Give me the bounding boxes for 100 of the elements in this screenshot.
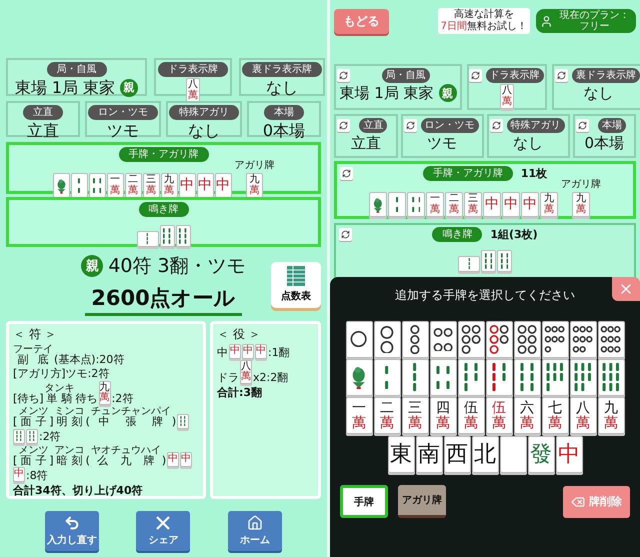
action-button[interactable]: シェア	[136, 511, 190, 551]
score-text: x2:2翻	[253, 370, 288, 384]
bamboo-icon	[484, 252, 492, 270]
mahjong-tile[interactable]	[458, 321, 484, 358]
action-button[interactable]: 入力し直す	[44, 511, 99, 551]
called-tiles-panel[interactable]: 鳴き牌	[6, 197, 321, 247]
mahjong-tile: 九 萬	[98, 381, 111, 406]
info-card[interactable]: 裏ドラ表示牌 なし	[552, 64, 640, 110]
section-title: ＜ 符 ＞	[13, 326, 58, 343]
card-value: 東場 1局 東家	[339, 84, 434, 102]
info-card[interactable]: 特殊アガリ なし	[486, 114, 570, 158]
refresh-button[interactable]	[468, 69, 482, 82]
mahjong-tile[interactable]	[570, 321, 596, 358]
mahjong-tile[interactable]	[402, 359, 428, 396]
card-label: 立直	[359, 118, 388, 133]
refresh-icon	[557, 71, 566, 80]
score-text: 明刻 ミンコ	[54, 406, 85, 429]
mahjong-tile[interactable]: 伍 萬	[458, 397, 484, 434]
mahjong-tile[interactable]	[542, 321, 568, 358]
mahjong-tile[interactable]	[346, 321, 372, 358]
mahjong-tile[interactable]	[430, 321, 456, 358]
mahjong-tile[interactable]: 南	[416, 436, 442, 473]
mahjong-tile[interactable]: 北	[472, 436, 498, 473]
mahjong-tile: 中	[483, 192, 501, 217]
mahjong-tile[interactable]: 九 萬	[598, 397, 624, 434]
plan-button[interactable]: 現在のプラン： フリー	[536, 9, 636, 33]
card-label: 立直	[23, 105, 63, 120]
refresh-button[interactable]	[337, 69, 350, 82]
refresh-button[interactable]	[576, 119, 588, 132]
mahjong-tile[interactable]: 一 萬	[346, 397, 372, 434]
score-text: ]	[49, 454, 54, 467]
refresh-button[interactable]	[490, 119, 502, 132]
mahjong-tile[interactable]	[542, 359, 568, 396]
mahjong-tile[interactable]: 三 萬	[402, 397, 428, 434]
refresh-button[interactable]	[555, 69, 568, 82]
info-card[interactable]: 本場 0本場	[572, 114, 636, 158]
action-button[interactable]: ホーム	[228, 511, 282, 551]
mahjong-tile[interactable]: 六 萬	[514, 397, 540, 434]
circles-icon	[600, 326, 622, 353]
mahjong-tile[interactable]	[598, 359, 624, 396]
mahjong-tile[interactable]: 東	[388, 436, 414, 473]
bamboo-icon	[500, 252, 508, 270]
card-label: 特殊アガリ	[169, 105, 239, 120]
mahjong-tile[interactable]: 七 萬	[542, 397, 568, 434]
refresh-button[interactable]	[404, 119, 416, 132]
score-result: 2600点オール	[85, 284, 242, 316]
mahjong-tile[interactable]	[514, 321, 540, 358]
mahjong-tile[interactable]	[486, 321, 512, 358]
mahjong-tile[interactable]	[458, 359, 484, 396]
score-text: 単騎 タンキ	[44, 383, 75, 406]
refresh-button[interactable]	[339, 228, 352, 241]
mahjong-tile[interactable]	[374, 359, 400, 396]
info-card[interactable]: ドラ表示牌 八 萬	[467, 64, 547, 110]
score-text: 暗刻 アンコ	[54, 444, 85, 467]
circles-icon	[410, 324, 420, 354]
promo-bubble[interactable]: 高速な計算を 7日間無料お試し！	[438, 8, 530, 34]
mahjong-tile[interactable]: 伍 萬	[486, 397, 512, 434]
mahjong-tile: 九 萬	[160, 173, 178, 198]
card-label: ドラ表示牌	[486, 68, 544, 83]
mahjong-tile[interactable]: 西	[444, 436, 470, 473]
refresh-icon	[492, 121, 500, 130]
refresh-icon	[406, 121, 414, 130]
mahjong-tile[interactable]	[402, 321, 428, 358]
score-text: :8符	[26, 468, 48, 482]
bamboo-icon	[29, 430, 35, 442]
tile-type-tab[interactable]: アガリ牌	[398, 485, 446, 518]
score-text: ]	[49, 415, 54, 429]
mahjong-tile[interactable]: 發	[528, 436, 554, 473]
card-label: 本場	[264, 105, 304, 120]
refresh-button[interactable]	[337, 119, 350, 132]
mahjong-tile[interactable]: 二 萬	[374, 397, 400, 434]
info-card[interactable]: 局・自風 東場 1局 東家 親	[334, 64, 462, 110]
circles-icon	[488, 325, 510, 354]
card-value: なし	[188, 121, 220, 140]
refresh-button[interactable]	[340, 167, 353, 180]
circles-icon	[544, 326, 566, 353]
mahjong-tile[interactable]	[486, 359, 512, 396]
mahjong-tile[interactable]	[374, 321, 400, 358]
info-card[interactable]: 立直 立直	[334, 114, 398, 158]
score-text: [アガリ方]ツモ:2符	[13, 367, 110, 380]
circles-icon	[460, 325, 482, 354]
score-table-button[interactable]: 点数表	[271, 262, 321, 308]
card-value: 0本場	[584, 134, 624, 152]
info-card[interactable]: ロン・ツモ ツモ	[400, 114, 484, 158]
mahjong-tile[interactable]	[570, 359, 596, 396]
mahjong-tile[interactable]: 四 萬	[430, 397, 456, 434]
mahjong-tile[interactable]	[598, 321, 624, 358]
home-icon	[247, 515, 264, 531]
tile-type-tab[interactable]: 手牌	[340, 485, 388, 518]
mahjong-tile[interactable]	[500, 436, 526, 473]
mahjong-tile[interactable]	[346, 359, 372, 396]
mahjong-tile[interactable]	[514, 359, 540, 396]
bamboo-icon	[16, 430, 22, 442]
bamboo-icon	[92, 178, 102, 194]
score-text: ドラ	[217, 370, 239, 384]
winning-tile-label: アガリ牌	[561, 178, 601, 191]
mahjong-tile[interactable]	[430, 359, 456, 396]
mahjong-tile[interactable]: 八 萬	[570, 397, 596, 434]
bamboo-icon	[413, 363, 417, 392]
mahjong-tile[interactable]: 中	[556, 436, 582, 473]
